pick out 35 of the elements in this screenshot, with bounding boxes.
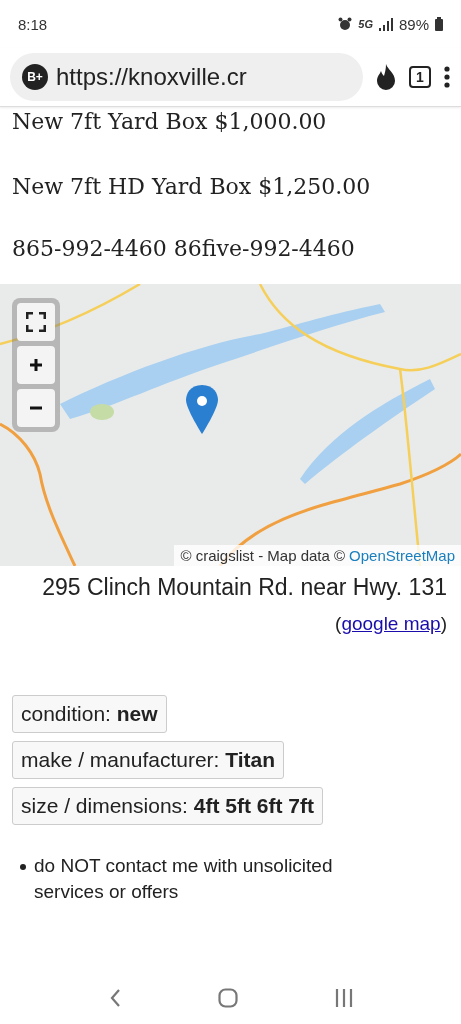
signal-icon bbox=[378, 17, 393, 31]
network-type: 5G bbox=[358, 18, 373, 30]
attribute-tag: condition: new bbox=[12, 695, 167, 733]
zoom-in-button[interactable] bbox=[17, 346, 55, 384]
site-badge: B+ bbox=[22, 64, 48, 90]
address-bar[interactable]: B+ https://knoxville.cr bbox=[10, 53, 363, 101]
minus-icon bbox=[30, 406, 42, 410]
listing-text: New 7ft HD Yard Box $1,250.00 bbox=[12, 173, 371, 199]
openstreetmap-link[interactable]: OpenStreetMap bbox=[349, 547, 455, 564]
fullscreen-button[interactable] bbox=[17, 303, 55, 341]
attribution-text: © craigslist - Map data © bbox=[180, 547, 346, 564]
paren-text: ) bbox=[440, 613, 447, 634]
listing-text: 865-992-4460 86five-992-4460 bbox=[12, 235, 355, 261]
battery-icon bbox=[435, 17, 443, 31]
url-text: https://knoxville.cr bbox=[56, 63, 247, 91]
tab-count[interactable]: 1 bbox=[409, 66, 431, 88]
clock-time: 8:18 bbox=[18, 15, 48, 33]
recent-apps-icon[interactable] bbox=[334, 989, 353, 1007]
listing-text: New 7ft Yard Box $1,000.00 bbox=[12, 109, 327, 134]
google-map-link[interactable]: google map bbox=[341, 613, 441, 634]
back-icon[interactable] bbox=[108, 988, 121, 1008]
zoom-out-button[interactable] bbox=[17, 389, 55, 427]
home-icon[interactable] bbox=[217, 988, 238, 1008]
battery-percent: 89% bbox=[398, 15, 429, 33]
more-options-icon[interactable] bbox=[443, 66, 451, 88]
attribute-tag: make / manufacturer: Titan bbox=[12, 741, 285, 779]
notice-text: do NOT contact me with unsolicited services or offers bbox=[34, 854, 334, 904]
paren-text: ( bbox=[335, 613, 342, 634]
address-text: 295 Clinch Mountain Rd. near Hwy. 131 bbox=[41, 573, 447, 602]
alarm-icon bbox=[338, 17, 353, 31]
bullet-icon bbox=[20, 864, 26, 870]
fullscreen-icon bbox=[26, 312, 46, 332]
flame-icon[interactable] bbox=[375, 64, 397, 90]
attribute-tag: size / dimensions: 4ft 5ft 6ft 7ft bbox=[12, 787, 323, 825]
plus-icon bbox=[30, 359, 42, 371]
